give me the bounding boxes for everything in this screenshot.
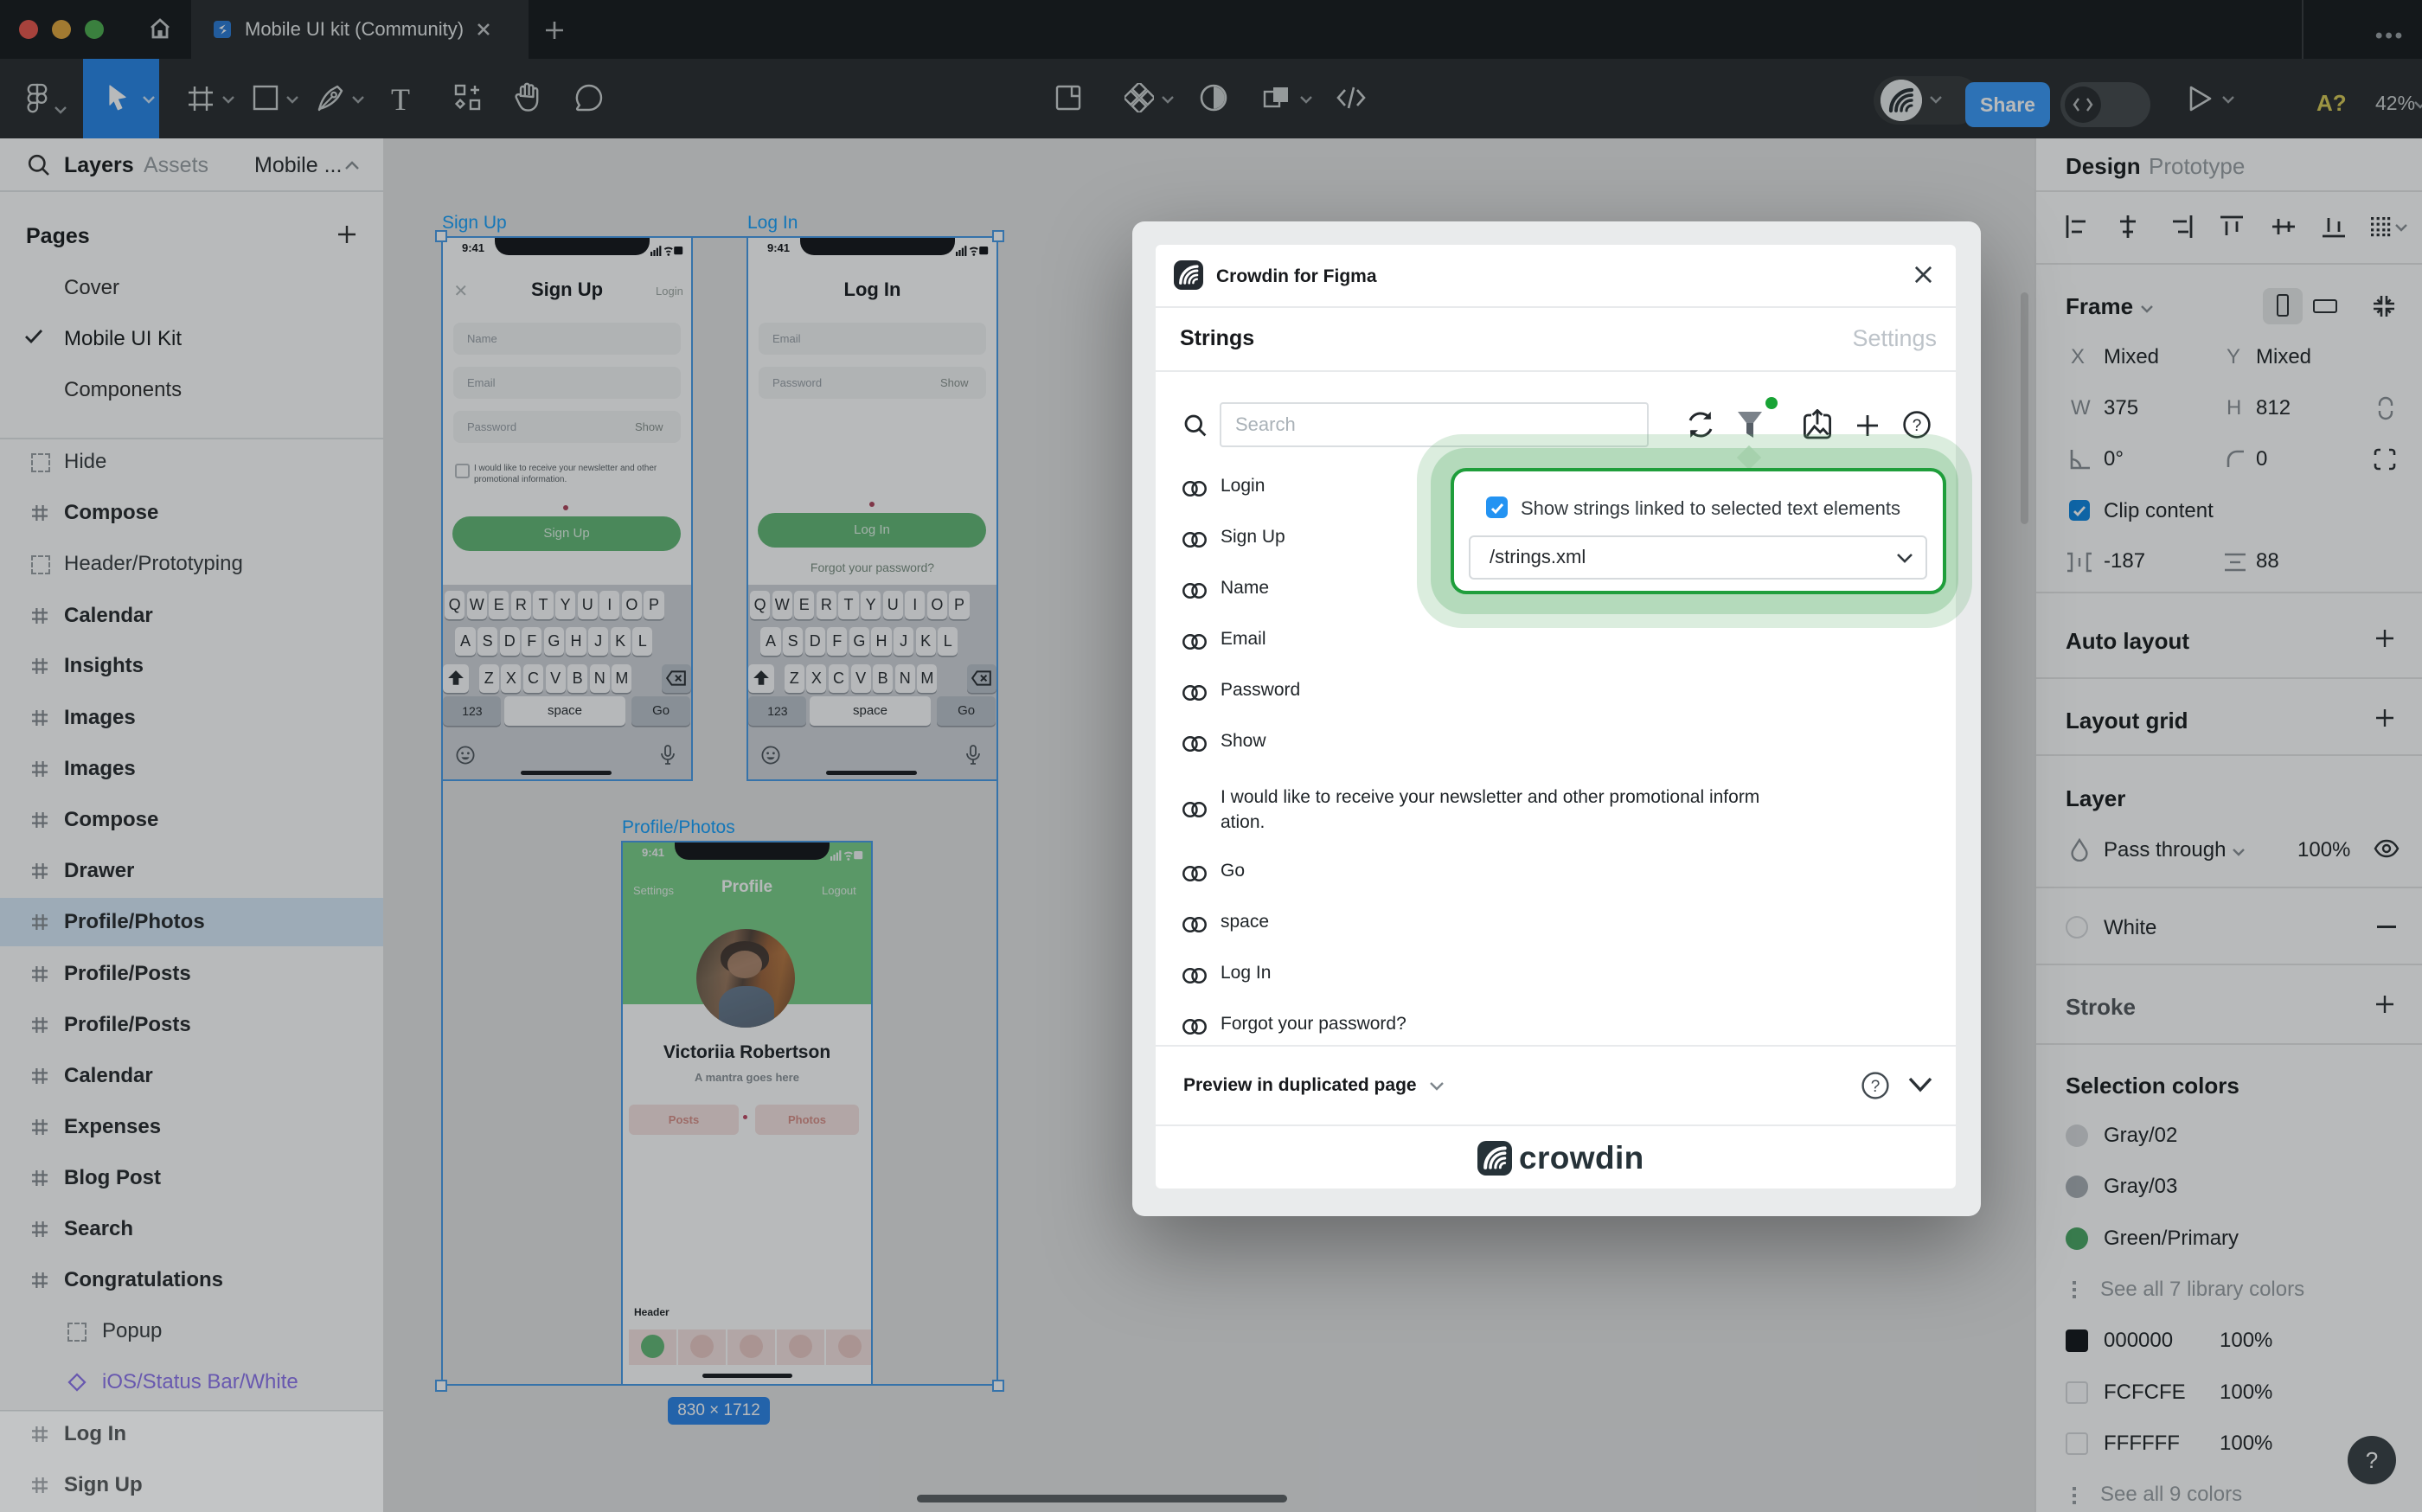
svg-text:?: ? (1913, 417, 1922, 435)
svg-text:?: ? (1871, 1078, 1881, 1096)
